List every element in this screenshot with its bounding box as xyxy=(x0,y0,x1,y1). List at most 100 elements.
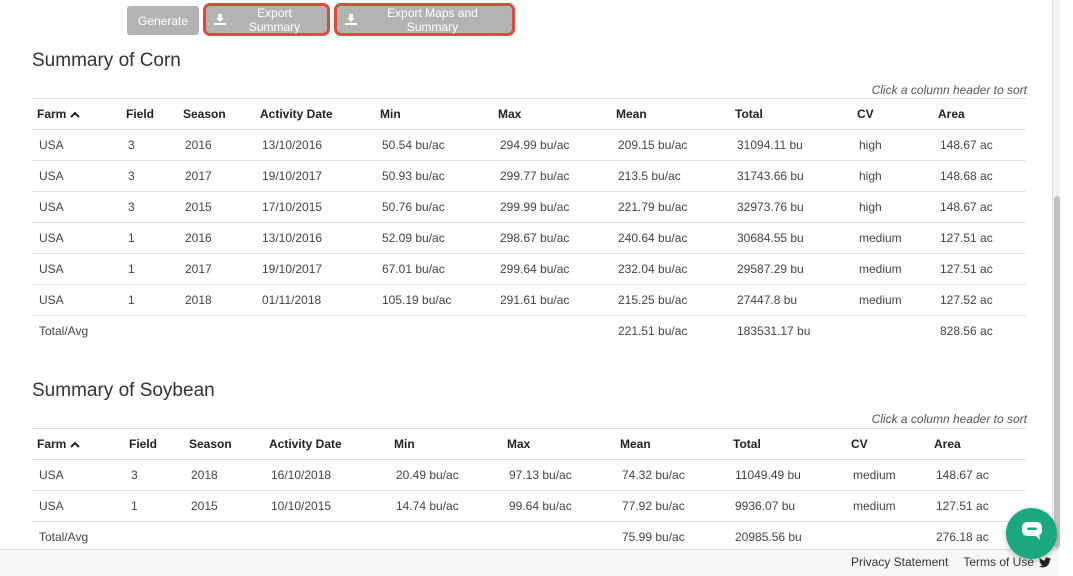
column-header-min[interactable]: Min xyxy=(375,98,493,130)
total-row: Total/Avg 221.51 bu/ac 183531.17 bu 828.56… xyxy=(32,316,1026,347)
cell-mean: 213.5 bu/ac xyxy=(611,160,730,192)
column-header-total[interactable]: Total xyxy=(728,428,846,460)
total-label: Total/Avg xyxy=(39,324,89,339)
cell-total: 32973.76 bu xyxy=(730,191,852,223)
cell-cv: medium xyxy=(846,459,929,491)
column-header-cv[interactable]: CV xyxy=(852,98,933,130)
download-icon xyxy=(214,14,226,25)
column-header-activity-date[interactable]: Activity Date xyxy=(255,98,375,130)
cell-total: 11049.49 bu xyxy=(728,459,846,491)
cell-area: 148.67 ac xyxy=(933,129,1026,161)
export-maps-summary-button[interactable]: Export Maps and Summary xyxy=(334,3,515,36)
cell-min: 50.54 bu/ac xyxy=(375,129,493,161)
column-header-max[interactable]: Max xyxy=(493,98,611,130)
corn-summary-table: Farm Field Season Activity Date Min Max … xyxy=(32,98,1026,347)
soybean-sort-hint: Click a column header to sort xyxy=(871,412,1027,426)
column-header-activity-date[interactable]: Activity Date xyxy=(264,428,389,460)
cell-activity-date: 19/10/2017 xyxy=(255,160,375,192)
cell-max: 299.99 bu/ac xyxy=(493,191,611,223)
export-maps-label: Export Maps and Summary xyxy=(387,5,478,34)
total-label: Total/Avg xyxy=(39,530,89,545)
column-header-area[interactable]: Area xyxy=(929,428,1026,460)
cell-min: 50.76 bu/ac xyxy=(375,191,493,223)
column-header-mean[interactable]: Mean xyxy=(611,98,730,130)
table-row: USA 3 2018 16/10/2018 20.49 bu/ac 97.13 bu/ac… xyxy=(32,459,1026,491)
soybean-header-row: Farm Field Season Activity Date Min Max … xyxy=(32,428,1026,460)
table-row: USA 3 2015 17/10/2015 50.76 bu/ac 299.99 bu/a… xyxy=(32,191,1026,223)
cell-farm: USA xyxy=(32,129,121,161)
download-icon xyxy=(345,14,357,25)
total-area: 828.56 ac xyxy=(940,324,993,339)
cell-farm: USA xyxy=(32,191,121,223)
cell-season: 2015 xyxy=(184,490,264,522)
cell-mean: 240.64 bu/ac xyxy=(611,222,730,254)
cell-mean: 77.92 bu/ac xyxy=(615,490,728,522)
cell-field: 3 xyxy=(121,129,178,161)
cell-season: 2017 xyxy=(178,160,255,192)
cell-total: 9936.07 bu xyxy=(728,490,846,522)
caret-up-icon xyxy=(70,107,81,121)
cell-total: 31743.66 bu xyxy=(730,160,852,192)
table-row: USA 1 2016 13/10/2016 52.09 bu/ac 298.67 bu/a… xyxy=(32,222,1026,254)
cell-activity-date: 10/10/2015 xyxy=(264,490,389,522)
total-row: Total/Avg 75.99 bu/ac 20985.56 bu 276.18 a… xyxy=(32,522,1026,553)
cell-cv: medium xyxy=(846,490,929,522)
corn-section-title: Summary of Corn xyxy=(32,50,181,71)
cell-season: 2018 xyxy=(178,284,255,316)
corn-sort-hint: Click a column header to sort xyxy=(871,83,1027,97)
page-scrollbar[interactable] xyxy=(1052,0,1060,549)
column-header-min[interactable]: Min xyxy=(389,428,502,460)
cell-field: 1 xyxy=(121,284,178,316)
cell-activity-date: 19/10/2017 xyxy=(255,253,375,285)
cell-season: 2016 xyxy=(178,222,255,254)
column-header-mean[interactable]: Mean xyxy=(615,428,728,460)
cell-cv: high xyxy=(852,191,933,223)
cell-area: 148.67 ac xyxy=(933,191,1026,223)
column-header-cv[interactable]: CV xyxy=(846,428,929,460)
cell-season: 2015 xyxy=(178,191,255,223)
cell-field: 1 xyxy=(121,253,178,285)
footer: Privacy Statement Terms of Use xyxy=(0,549,1059,576)
soybean-summary-table: Farm Field Season Activity Date Min Max … xyxy=(32,428,1026,553)
cell-min: 105.19 bu/ac xyxy=(375,284,493,316)
scrollbar-thumb[interactable] xyxy=(1054,196,1060,548)
table-row: USA 1 2018 01/11/2018 105.19 bu/ac 291.61 bu/… xyxy=(32,284,1026,316)
column-header-total[interactable]: Total xyxy=(730,98,852,130)
column-header-season[interactable]: Season xyxy=(178,98,255,130)
twitter-icon[interactable] xyxy=(1039,557,1051,568)
cell-cv: medium xyxy=(852,284,933,316)
column-header-field[interactable]: Field xyxy=(121,98,178,130)
cell-farm: USA xyxy=(32,160,121,192)
cell-field: 3 xyxy=(124,459,184,491)
cell-mean: 221.79 bu/ac xyxy=(611,191,730,223)
chat-button[interactable] xyxy=(1006,508,1057,559)
cell-mean: 232.04 bu/ac xyxy=(611,253,730,285)
generate-button[interactable]: Generate xyxy=(127,6,199,35)
privacy-statement-link[interactable]: Privacy Statement xyxy=(851,555,948,569)
column-header-field[interactable]: Field xyxy=(124,428,184,460)
cell-farm: USA xyxy=(32,253,121,285)
table-row: USA 3 2016 13/10/2016 50.54 bu/ac 294.99 bu/a… xyxy=(32,129,1026,161)
cell-field: 3 xyxy=(121,160,178,192)
cell-area: 148.67 ac xyxy=(929,459,1026,491)
export-summary-button[interactable]: Export Summary xyxy=(203,3,330,36)
cell-area: 127.51 ac xyxy=(933,222,1026,254)
column-header-farm[interactable]: Farm xyxy=(32,428,124,460)
cell-max: 291.61 bu/ac xyxy=(493,284,611,316)
cell-max: 299.77 bu/ac xyxy=(493,160,611,192)
cell-season: 2018 xyxy=(184,459,264,491)
cell-min: 52.09 bu/ac xyxy=(375,222,493,254)
cell-farm: USA xyxy=(32,222,121,254)
cell-cv: medium xyxy=(852,253,933,285)
column-header-area[interactable]: Area xyxy=(933,98,1026,130)
cell-field: 3 xyxy=(121,191,178,223)
cell-max: 299.64 bu/ac xyxy=(493,253,611,285)
caret-up-icon xyxy=(70,437,81,451)
column-header-max[interactable]: Max xyxy=(502,428,615,460)
table-row: USA 1 2015 10/10/2015 14.74 bu/ac 99.64 bu/ac… xyxy=(32,490,1026,522)
cell-total: 29587.29 bu xyxy=(730,253,852,285)
total-mean: 75.99 bu/ac xyxy=(622,530,685,545)
column-header-season[interactable]: Season xyxy=(184,428,264,460)
column-header-farm[interactable]: Farm xyxy=(32,98,121,130)
cell-max: 97.13 bu/ac xyxy=(502,459,615,491)
